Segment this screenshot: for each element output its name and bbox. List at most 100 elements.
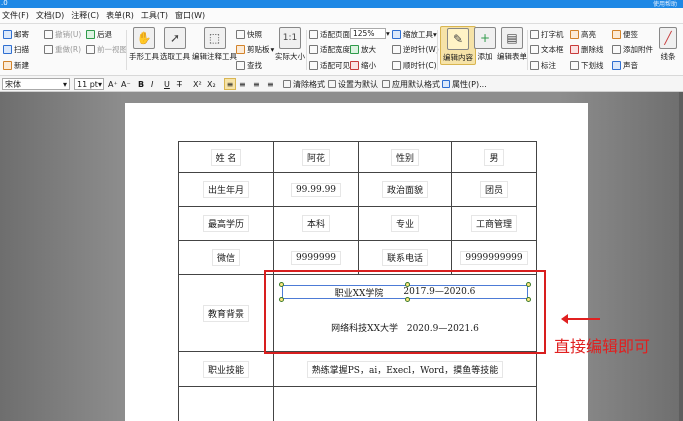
italic-button[interactable]: I xyxy=(151,78,153,90)
binoculars-icon xyxy=(236,61,245,70)
select-tool-button[interactable]: ➚ 选取工具 xyxy=(160,27,190,62)
align-center-button[interactable]: ≡ xyxy=(239,78,246,90)
major-value-cell: 工商管理 xyxy=(451,206,537,241)
menu-file[interactable]: 文件(F) xyxy=(2,10,29,21)
sticky-note-button[interactable]: 便签 xyxy=(612,29,638,40)
degree-label-cell: 最高学历 xyxy=(178,206,274,241)
new-button[interactable]: 新建 xyxy=(3,60,29,71)
typewriter-button[interactable]: 打字机 xyxy=(530,29,564,40)
politics-label-cell: 政治面貌 xyxy=(358,172,452,207)
justify-button[interactable]: ≡ xyxy=(267,78,274,90)
empty-value-cell xyxy=(273,386,537,421)
apply-default-icon xyxy=(382,80,390,88)
bold-button[interactable]: B xyxy=(138,78,144,90)
scan-button[interactable]: 扫描 xyxy=(3,44,29,55)
highlight-button[interactable]: 高亮 xyxy=(570,29,596,40)
textbox-button[interactable]: 文本框 xyxy=(530,44,564,55)
menu-tools[interactable]: 工具(T) xyxy=(141,10,168,21)
set-default-icon xyxy=(328,80,336,88)
zoom-select[interactable]: 125% ▾ xyxy=(350,28,390,39)
help-link[interactable]: 使用帮助 xyxy=(653,0,677,8)
menu-comment[interactable]: 注释(C) xyxy=(71,10,99,21)
back-button[interactable]: 后退 xyxy=(86,29,112,40)
hand-tool-button[interactable]: ✋ 手形工具 xyxy=(129,27,159,62)
skills-value-cell: 熟练掌握PS，ai，Execl，Word，摸鱼等技能 xyxy=(273,351,537,387)
degree-value-cell: 本科 xyxy=(273,206,359,241)
clear-format-button[interactable]: 清除格式 xyxy=(283,78,325,90)
major-label-cell: 专业 xyxy=(358,206,452,241)
underline-format-button[interactable]: U xyxy=(164,78,170,90)
superscript-button[interactable]: X² xyxy=(193,78,202,90)
rotate-right-icon xyxy=(392,61,401,70)
edit-form-button[interactable]: ▤ 编辑表单 xyxy=(497,27,527,62)
font-family-select[interactable]: 宋体 ▾ xyxy=(2,78,70,90)
rotate-right-button[interactable]: 顺时针(C) xyxy=(392,60,437,71)
apply-default-button[interactable]: 应用默认格式 xyxy=(382,78,440,90)
zoom-out-icon xyxy=(350,61,359,70)
add-button[interactable]: + 添加 xyxy=(474,27,496,62)
name-label-cell: 姓 名 xyxy=(178,141,274,173)
align-left-icon: ≡ xyxy=(226,79,234,89)
mail-button[interactable]: 邮寄 xyxy=(3,29,29,40)
edit-content-icon: ✎ xyxy=(447,28,469,50)
textbox-icon xyxy=(530,45,539,54)
attach-file-button[interactable]: 添加附件 xyxy=(612,44,653,55)
birth-value-cell: 99.99.99 xyxy=(273,172,359,207)
chevron-down-icon: ▾ xyxy=(270,45,275,54)
scanner-icon xyxy=(3,45,12,54)
clear-format-icon xyxy=(283,80,291,88)
shrink-font-button[interactable]: A⁻ xyxy=(121,78,131,90)
menu-window[interactable]: 窗口(W) xyxy=(175,10,205,21)
paperclip-icon xyxy=(612,45,621,54)
menu-document[interactable]: 文档(D) xyxy=(36,10,64,21)
underline-button[interactable]: 下划线 xyxy=(570,60,604,71)
chevron-down-icon: ▾ xyxy=(62,79,67,89)
hand-icon: ✋ xyxy=(133,27,155,49)
grow-font-button[interactable]: A⁺ xyxy=(108,78,118,90)
skills-label-cell: 职业技能 xyxy=(178,351,274,387)
edit-content-button[interactable]: ✎ 编辑内容 xyxy=(440,26,476,65)
justify-icon: ≡ xyxy=(267,79,274,89)
clipboard-button[interactable]: 剪贴板 ▾ xyxy=(236,44,274,55)
menu-form[interactable]: 表单(R) xyxy=(106,10,134,21)
camera-icon xyxy=(236,30,245,39)
line-tool-button[interactable]: ╱ 线条 xyxy=(659,27,677,62)
callout-button[interactable]: 标注 xyxy=(530,60,556,71)
fit-width-button[interactable]: 适配宽度 xyxy=(309,44,350,55)
back-arrow-icon xyxy=(86,30,95,39)
align-right-icon: ≡ xyxy=(253,79,260,89)
annotation-select-icon: ⬚ xyxy=(203,27,226,49)
fit-visible-button[interactable]: 适配可见 xyxy=(309,60,350,71)
rotate-left-button[interactable]: 逆时针(W) xyxy=(392,44,439,55)
snapshot-button[interactable]: 快照 xyxy=(236,29,262,40)
zoom-out-button[interactable]: 缩小 xyxy=(350,60,376,71)
font-size-select[interactable]: 11 pt ▾ xyxy=(74,78,104,90)
edit-annotation-tool-button[interactable]: ⬚ 编辑注释工具 xyxy=(192,27,237,62)
zoom-tool-button[interactable]: 缩放工具 ▾ xyxy=(392,29,437,40)
align-right-button[interactable]: ≡ xyxy=(253,78,260,90)
vertical-scrollbar[interactable] xyxy=(679,92,683,421)
set-default-button[interactable]: 设置为默认 xyxy=(328,78,378,90)
undo-icon xyxy=(44,30,53,39)
sound-button[interactable]: 声音 xyxy=(612,60,638,71)
arrow-left-icon xyxy=(561,314,600,324)
fit-page-button[interactable]: 适配页面 xyxy=(309,29,350,40)
align-left-button[interactable]: ≡ xyxy=(224,78,236,90)
birth-label-cell: 出生年月 xyxy=(178,172,274,207)
actual-size-button[interactable]: 1:1 实际大小 xyxy=(275,27,305,62)
find-button[interactable]: 查找 xyxy=(236,60,262,71)
gender-label-cell: 性别 xyxy=(358,141,452,173)
strikeout-button[interactable]: 删除线 xyxy=(570,44,604,55)
subscript-button[interactable]: X₂ xyxy=(207,78,216,90)
ribbon-separator xyxy=(527,30,528,70)
strikethrough-button[interactable]: T̶ xyxy=(177,78,182,90)
undo-button[interactable]: 撤销(U) xyxy=(44,29,81,40)
highlight-box xyxy=(264,270,546,354)
menu-bar: 文件(F) 文档(D) 注释(C) 表单(R) 工具(T) 窗口(W) xyxy=(0,8,683,24)
redo-button[interactable]: 重做(R) xyxy=(44,44,81,55)
zoom-in-button[interactable]: 放大 xyxy=(350,44,376,55)
properties-button[interactable]: 属性(P)... xyxy=(442,78,487,90)
rotate-left-icon xyxy=(392,45,401,54)
align-center-icon: ≡ xyxy=(239,79,246,89)
previous-view-button[interactable]: 前一视图 xyxy=(86,44,127,55)
